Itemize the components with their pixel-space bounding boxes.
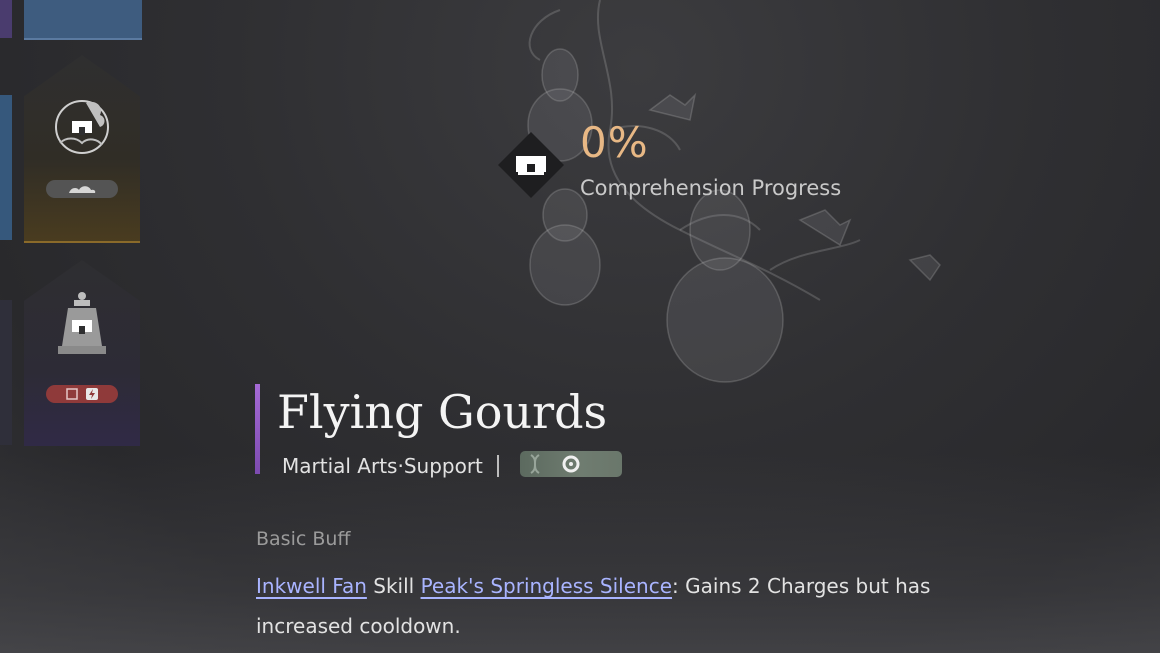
lightning-icon: [86, 388, 98, 400]
item-slot-purple[interactable]: [24, 260, 140, 446]
scroll-icon: [66, 388, 78, 400]
progress-label: Comprehension Progress: [580, 176, 842, 200]
desc-word-skill: Skill: [373, 574, 415, 598]
gourd-cloud-icon: [55, 100, 109, 154]
link-skill-name[interactable]: Peak's Springless Silence: [421, 574, 672, 598]
slot-tag-bar: [46, 180, 118, 198]
buff-heading: Basic Buff: [256, 528, 351, 550]
skill-title: Flying Gourds: [277, 385, 608, 439]
slot-tag-bar: [46, 385, 118, 403]
cloud-icon: [69, 186, 96, 193]
attribute-tag-pill: [520, 451, 622, 477]
progress-value: 0%: [580, 118, 649, 167]
item-slot-column: [0, 0, 150, 653]
desc-rest-line2: increased cooldown.: [256, 614, 461, 638]
title-accent-bar: [255, 384, 260, 474]
skill-type: Martial Arts·Support: [282, 454, 483, 478]
dna-icon: [530, 454, 540, 474]
edge-card-blue[interactable]: [0, 95, 12, 240]
link-inkwell-fan[interactable]: Inkwell Fan: [256, 574, 367, 598]
item-slot-gold[interactable]: [24, 55, 140, 243]
buff-description: Inkwell Fan Skill Peak's Springless Sile…: [256, 566, 976, 646]
edge-card-dark[interactable]: [0, 300, 12, 445]
edge-card-purple[interactable]: [0, 0, 12, 38]
gourd-vine-illustration: [527, 0, 941, 383]
swirl-icon: [562, 455, 580, 473]
desc-rest-line1: : Gains 2 Charges but has: [672, 574, 931, 598]
item-slot-blue-partial[interactable]: [24, 0, 142, 40]
subtitle-divider: [497, 455, 499, 477]
comprehension-emblem-icon: [498, 132, 564, 198]
bell-icon: [58, 292, 106, 354]
